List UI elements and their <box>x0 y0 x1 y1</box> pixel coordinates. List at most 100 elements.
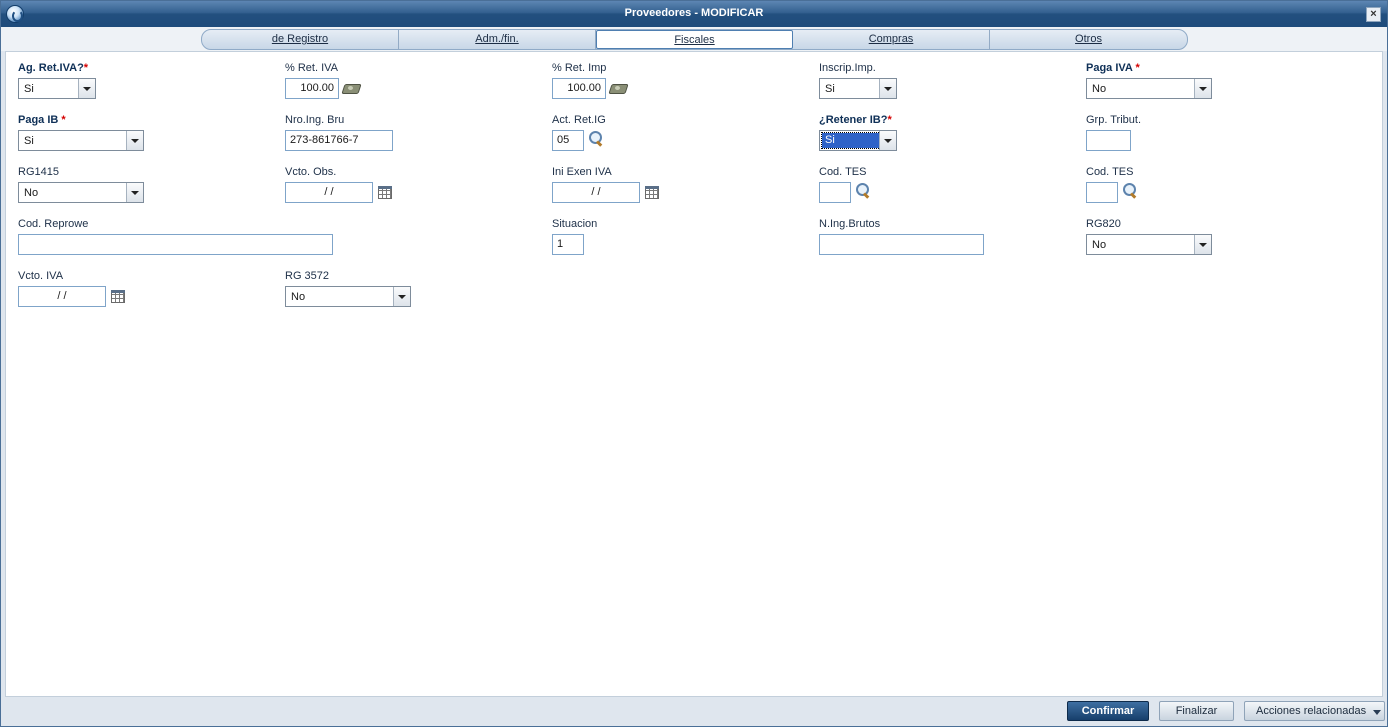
vcto-obs-label: Vcto. Obs. <box>285 166 337 178</box>
field-retener-ib: ¿Retener IB?* Si <box>819 114 897 151</box>
inscrip-imp-value: Si <box>825 83 835 95</box>
chevron-down-icon[interactable] <box>879 79 896 98</box>
caret-down-icon <box>1373 710 1381 715</box>
tab-compras[interactable]: Compras <box>793 30 990 49</box>
ag-ret-iva-value: Si <box>24 83 34 95</box>
chevron-down-icon[interactable] <box>879 131 896 150</box>
vcto-iva-input[interactable]: / / <box>18 286 106 307</box>
window-title: Proveedores - MODIFICAR <box>624 7 764 19</box>
field-paga-iva: Paga IVA * No <box>1086 62 1212 99</box>
form-panel: Ag. Ret.IVA?* Si % Ret. IVA 100.00 % Ret… <box>5 51 1383 697</box>
chevron-down-icon[interactable] <box>393 287 410 306</box>
search-icon[interactable] <box>855 183 873 199</box>
retener-ib-value: Si <box>821 132 881 149</box>
field-cod-tes-1: Cod. TES <box>819 166 869 203</box>
calendar-icon[interactable] <box>645 186 659 199</box>
field-rg3572: RG 3572 No <box>285 270 411 307</box>
vcto-iva-label: Vcto. IVA <box>18 270 64 282</box>
chevron-down-icon[interactable] <box>78 79 95 98</box>
required-star: * <box>61 114 66 126</box>
field-ini-exen-iva: Ini Exen IVA / / <box>552 166 659 203</box>
n-ing-brutos-input[interactable] <box>819 234 984 255</box>
tab-bar: de Registro Adm./fin. Fiscales Compras O… <box>201 29 1188 50</box>
field-vcto-obs: Vcto. Obs. / / <box>285 166 392 203</box>
search-icon[interactable] <box>588 131 606 147</box>
pct-ret-imp-input[interactable]: 100.00 <box>552 78 606 99</box>
money-icon[interactable] <box>342 82 360 94</box>
inscrip-imp-label: Inscrip.Imp. <box>819 62 876 74</box>
chevron-down-icon[interactable] <box>1194 235 1211 254</box>
ini-exen-iva-label: Ini Exen IVA <box>552 166 612 178</box>
field-pct-ret-imp: % Ret. Imp 100.00 <box>552 62 620 99</box>
rg3572-label: RG 3572 <box>285 270 330 282</box>
nro-ing-bru-label: Nro.Ing. Bru <box>285 114 345 126</box>
nro-ing-bru-input[interactable]: 273-861766-7 <box>285 130 393 151</box>
vcto-obs-input[interactable]: / / <box>285 182 373 203</box>
rg1415-value: No <box>24 187 39 199</box>
field-rg1415: RG1415 No <box>18 166 144 203</box>
grp-tribut-label: Grp. Tribut. <box>1086 114 1142 126</box>
confirm-button[interactable]: Confirmar <box>1067 701 1149 721</box>
field-ag-ret-iva: Ag. Ret.IVA?* Si <box>18 62 96 99</box>
n-ing-brutos-label: N.Ing.Brutos <box>819 218 881 230</box>
act-ret-ig-label: Act. Ret.IG <box>552 114 606 126</box>
paga-ib-value: Si <box>24 135 34 147</box>
cod-tes-1-input[interactable] <box>819 182 851 203</box>
chevron-down-icon[interactable] <box>126 131 143 150</box>
chevron-down-icon[interactable] <box>126 183 143 202</box>
cod-tes-2-input[interactable] <box>1086 182 1118 203</box>
required-star: * <box>83 62 89 74</box>
paga-iva-value: No <box>1092 83 1107 95</box>
finish-button[interactable]: Finalizar <box>1159 701 1234 721</box>
title-bar: Proveedores - MODIFICAR × <box>1 1 1387 27</box>
chevron-down-icon[interactable] <box>1194 79 1211 98</box>
rg3572-select[interactable]: No <box>285 286 411 307</box>
calendar-icon[interactable] <box>378 186 392 199</box>
rg3572-value: No <box>291 291 306 303</box>
inscrip-imp-select[interactable]: Si <box>819 78 897 99</box>
situacion-label: Situacion <box>552 218 598 230</box>
cod-tes-2-label: Cod. TES <box>1086 166 1134 178</box>
field-nro-ing-bru: Nro.Ing. Bru 273-861766-7 <box>285 114 393 151</box>
money-icon[interactable] <box>609 82 627 94</box>
grp-tribut-input[interactable] <box>1086 130 1131 151</box>
tab-adm-fin[interactable]: Adm./fin. <box>399 30 596 49</box>
tab-strip: de Registro Adm./fin. Fiscales Compras O… <box>1 27 1387 51</box>
tab-fiscales[interactable]: Fiscales <box>596 30 793 49</box>
required-star: * <box>1135 62 1140 74</box>
paga-ib-label: Paga IB <box>18 114 59 126</box>
close-button[interactable]: × <box>1366 7 1381 22</box>
search-icon[interactable] <box>1122 183 1140 199</box>
field-inscrip-imp: Inscrip.Imp. Si <box>819 62 897 99</box>
field-grp-tribut: Grp. Tribut. <box>1086 114 1142 151</box>
field-cod-tes-2: Cod. TES <box>1086 166 1136 203</box>
tab-otros[interactable]: Otros <box>990 30 1187 49</box>
tab-de-registro[interactable]: de Registro <box>202 30 399 49</box>
field-act-ret-ig: Act. Ret.IG 05 <box>552 114 606 151</box>
retener-ib-select[interactable]: Si <box>819 130 897 151</box>
related-actions-button[interactable]: Acciones relacionadas <box>1244 701 1385 721</box>
pct-ret-iva-input[interactable]: 100.00 <box>285 78 339 99</box>
field-vcto-iva: Vcto. IVA / / <box>18 270 125 307</box>
field-cod-reprowe: Cod. Reprowe <box>18 218 333 255</box>
calendar-icon[interactable] <box>111 290 125 303</box>
cod-reprowe-input[interactable] <box>18 234 333 255</box>
field-rg820: RG820 No <box>1086 218 1212 255</box>
ag-ret-iva-select[interactable]: Si <box>18 78 96 99</box>
rg820-value: No <box>1092 239 1107 251</box>
paga-iva-select[interactable]: No <box>1086 78 1212 99</box>
rg1415-label: RG1415 <box>18 166 59 178</box>
paga-ib-select[interactable]: Si <box>18 130 144 151</box>
cod-reprowe-label: Cod. Reprowe <box>18 218 89 230</box>
act-ret-ig-input[interactable]: 05 <box>552 130 584 151</box>
pct-ret-iva-label: % Ret. IVA <box>285 62 338 74</box>
field-paga-ib: Paga IB * Si <box>18 114 144 151</box>
pct-ret-imp-label: % Ret. Imp <box>552 62 607 74</box>
ini-exen-iva-input[interactable]: / / <box>552 182 640 203</box>
required-star: * <box>887 114 892 126</box>
rg1415-select[interactable]: No <box>18 182 144 203</box>
ag-ret-iva-label: Ag. Ret.IVA? <box>18 62 84 74</box>
retener-ib-label: ¿Retener IB? <box>819 114 888 126</box>
situacion-input[interactable]: 1 <box>552 234 584 255</box>
rg820-select[interactable]: No <box>1086 234 1212 255</box>
